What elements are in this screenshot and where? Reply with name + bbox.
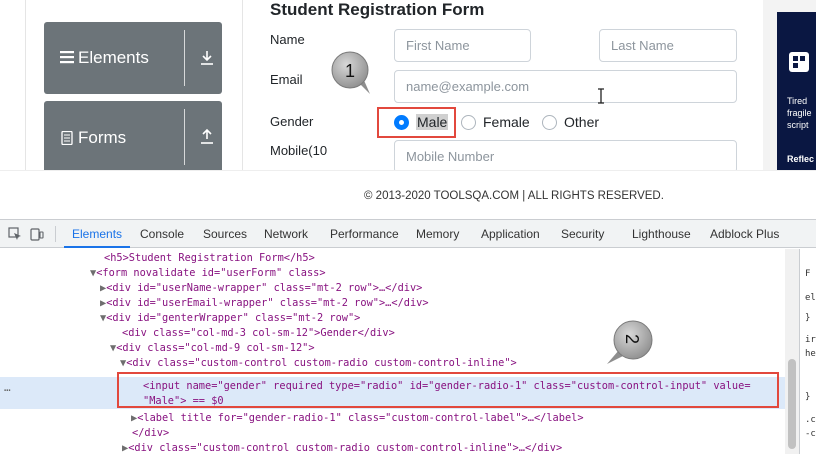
ad-logo-icon bbox=[789, 52, 809, 72]
radio-label[interactable]: Female bbox=[483, 114, 530, 130]
dom-node-text: <h5>Student Registration Form</h5> bbox=[104, 252, 315, 264]
gender-radio-other[interactable]: Other bbox=[542, 112, 599, 132]
callout-number: 2 bbox=[622, 334, 642, 344]
dom-node[interactable]: ▶<div id="userEmail-wrapper" class="mt-2… bbox=[100, 296, 429, 311]
tab-sources[interactable]: Sources bbox=[203, 220, 247, 248]
email-input[interactable] bbox=[394, 70, 737, 103]
dom-node[interactable]: ▼<div id="genterWrapper" class="mt-2 row… bbox=[100, 311, 360, 326]
dom-node-text: <div id="genterWrapper" class="mt-2 row"… bbox=[106, 312, 361, 324]
dom-node-text: <div class="custom-control custom-radio … bbox=[126, 357, 517, 369]
left-sidebar: Elements Forms bbox=[25, 0, 243, 173]
mobile-label: Mobile(10 bbox=[270, 143, 328, 158]
inspect-element-icon[interactable] bbox=[8, 227, 22, 241]
radio-button[interactable] bbox=[542, 114, 557, 130]
tab-elements[interactable]: Elements bbox=[64, 220, 131, 248]
radio-label[interactable]: Other bbox=[564, 114, 599, 130]
divider bbox=[184, 30, 185, 86]
styles-fragment: .c bbox=[805, 415, 816, 425]
device-toolbar-icon[interactable] bbox=[30, 227, 44, 241]
styles-fragment: el bbox=[805, 293, 816, 303]
dom-node-text: <div class="col-md-3 col-sm-12">Gender</… bbox=[122, 327, 395, 339]
annotation-highlight-box bbox=[377, 107, 456, 138]
dom-node-text: <div class="custom-control custom-radio … bbox=[128, 442, 563, 454]
radio-button[interactable] bbox=[461, 114, 476, 130]
ad-text: Reflec bbox=[787, 154, 815, 164]
tab-performance[interactable]: Performance bbox=[330, 220, 399, 248]
first-name-input[interactable] bbox=[394, 29, 531, 62]
devtools-tab-bar: Elements Console Sources Network Perform… bbox=[0, 220, 816, 248]
ad-banner[interactable]: Tired fragile script Reflec bbox=[777, 12, 816, 170]
menu-card-elements[interactable]: Elements bbox=[44, 22, 222, 94]
menu-card-label: Forms bbox=[78, 128, 127, 147]
tab-memory[interactable]: Memory bbox=[416, 220, 459, 248]
dom-node-text: <div id="userEmail-wrapper" class="mt-2 … bbox=[106, 297, 429, 309]
styles-fragment: F bbox=[805, 269, 811, 279]
dom-node-text: <label title for="gender-radio-1" class=… bbox=[137, 412, 584, 424]
dom-node-text: <form novalidate id="userForm" class> bbox=[96, 267, 326, 279]
gender-label: Gender bbox=[270, 114, 314, 129]
node-menu-dots[interactable]: … bbox=[4, 381, 11, 394]
page-area: Elements Forms Student Registration Form… bbox=[0, 0, 816, 173]
annotation-highlight-box-2 bbox=[117, 372, 779, 408]
upload-arrow-icon[interactable] bbox=[199, 128, 215, 146]
dom-node[interactable]: <h5>Student Registration Form</h5> bbox=[104, 251, 315, 266]
dom-node[interactable]: ▶<div class="custom-control custom-radio… bbox=[122, 441, 562, 454]
menu-card-label: Elements bbox=[78, 48, 149, 67]
dom-node[interactable]: </div> bbox=[132, 426, 169, 441]
tab-console[interactable]: Console bbox=[140, 220, 184, 248]
last-name-input[interactable] bbox=[599, 29, 737, 62]
ad-text: script bbox=[787, 120, 809, 130]
dom-node-text: </div> bbox=[132, 427, 170, 439]
gender-radio-female[interactable]: Female bbox=[461, 112, 530, 132]
styles-fragment: ir bbox=[805, 335, 816, 345]
dom-node[interactable]: ▶<div id="userName-wrapper" class="mt-2 … bbox=[100, 281, 422, 296]
hamburger-icon bbox=[60, 51, 74, 64]
ad-text: Tired bbox=[787, 96, 808, 106]
name-label: Name bbox=[270, 32, 305, 47]
dom-node-text: <div id="userName-wrapper" class="mt-2 r… bbox=[106, 282, 423, 294]
divider bbox=[55, 226, 56, 242]
scroll-thumb[interactable] bbox=[788, 359, 796, 449]
tab-application[interactable]: Application bbox=[481, 220, 540, 248]
ad-text: fragile bbox=[787, 108, 812, 118]
styles-fragment: } bbox=[805, 392, 811, 402]
styles-fragment: he bbox=[805, 349, 816, 359]
email-label: Email bbox=[270, 72, 303, 87]
document-icon bbox=[61, 131, 73, 145]
copyright-text: © 2013-2020 TOOLSQA.COM | ALL RIGHTS RES… bbox=[364, 190, 664, 202]
dom-node[interactable]: ▼<form novalidate id="userForm" class> bbox=[90, 266, 326, 281]
styles-fragment: -c bbox=[805, 429, 816, 439]
tab-adblock-plus[interactable]: Adblock Plus bbox=[710, 220, 779, 248]
text-cursor-icon bbox=[598, 88, 604, 104]
dom-tree-scrollbar[interactable] bbox=[785, 249, 799, 454]
form-title: Student Registration Form bbox=[270, 0, 485, 19]
dom-node[interactable]: ▶<label title for="gender-radio-1" class… bbox=[131, 411, 584, 426]
annotation-callout-1: 1 bbox=[331, 51, 370, 94]
callout-number: 1 bbox=[345, 61, 355, 81]
page-footer: © 2013-2020 TOOLSQA.COM | ALL RIGHTS RES… bbox=[0, 170, 816, 220]
dom-node-text: <div class="col-md-9 col-sm-12"> bbox=[116, 342, 315, 354]
annotation-callout-2: 2 bbox=[607, 320, 653, 364]
download-arrow-icon[interactable] bbox=[199, 49, 215, 67]
dom-node[interactable]: ▼<div class="col-md-9 col-sm-12"> bbox=[110, 341, 315, 356]
tab-security[interactable]: Security bbox=[561, 220, 604, 248]
dom-node[interactable]: <div class="col-md-3 col-sm-12">Gender</… bbox=[122, 326, 395, 341]
menu-card-forms[interactable]: Forms bbox=[44, 101, 222, 173]
styles-fragment: } bbox=[805, 313, 811, 323]
dom-node[interactable]: ▼<div class="custom-control custom-radio… bbox=[120, 356, 517, 371]
devtools-panel: Elements Console Sources Network Perform… bbox=[0, 219, 816, 454]
tab-lighthouse[interactable]: Lighthouse bbox=[632, 220, 691, 248]
dom-tree: … <h5>Student Registration Form</h5> ▼<f… bbox=[0, 249, 785, 454]
tab-network[interactable]: Network bbox=[264, 220, 308, 248]
divider bbox=[184, 109, 185, 165]
mobile-input[interactable] bbox=[394, 140, 737, 173]
styles-pane: F el } ir he } .c -c bbox=[799, 249, 816, 454]
